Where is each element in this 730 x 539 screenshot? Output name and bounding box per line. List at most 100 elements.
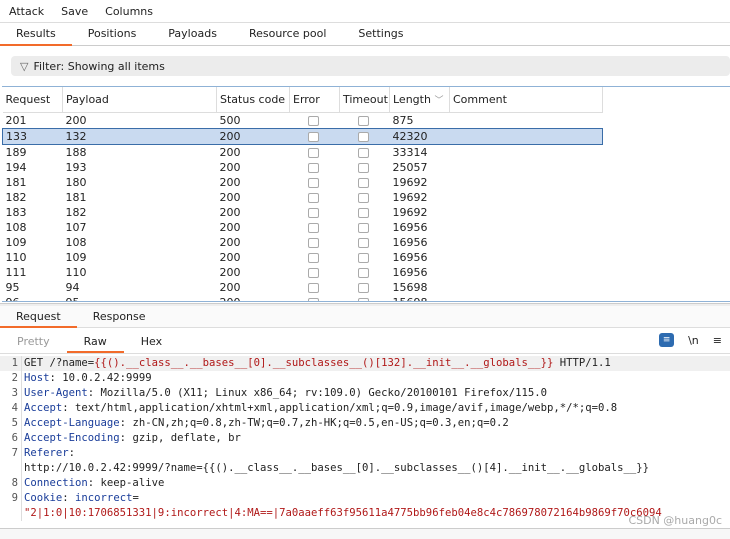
http-version: HTTP/1.1 <box>553 357 611 369</box>
header-name: User-Agent <box>24 387 88 399</box>
checkbox[interactable] <box>307 237 319 248</box>
checkbox[interactable] <box>357 252 369 263</box>
payload-cell: 200 <box>65 113 87 127</box>
tab-raw[interactable]: Raw <box>66 330 124 353</box>
length-cell: 19692 <box>392 205 428 219</box>
checkbox[interactable] <box>307 282 319 293</box>
table-row[interactable]: 109 108 200 16956 <box>3 235 603 250</box>
tab-payloads[interactable]: Payloads <box>152 23 233 45</box>
comment-cell <box>450 144 603 160</box>
search-bar[interactable] <box>0 528 730 539</box>
filter-bar[interactable]: ▽ Filter: Showing all items <box>11 56 730 76</box>
status-cell: 200 <box>219 160 241 174</box>
col-length[interactable]: Length ﹀ <box>389 87 450 113</box>
editor-toolbar: ≡ \n ≡ <box>659 333 722 347</box>
checkbox[interactable] <box>307 115 319 126</box>
col-status-code[interactable]: Status code <box>216 87 290 113</box>
checkbox[interactable] <box>357 177 369 188</box>
tab-hex[interactable]: Hex <box>124 330 179 353</box>
checkbox[interactable] <box>307 131 319 142</box>
error-cell <box>289 127 340 145</box>
checkbox[interactable] <box>307 297 319 301</box>
length-cell: 16956 <box>392 265 428 279</box>
checkbox[interactable] <box>357 162 369 173</box>
checkbox[interactable] <box>307 177 319 188</box>
col-request[interactable]: Request <box>2 87 63 113</box>
request-cell: 201 <box>5 113 27 127</box>
checkbox[interactable] <box>307 252 319 263</box>
comment-cell <box>450 235 603 250</box>
header-name: Host <box>24 372 50 384</box>
timeout-cell <box>340 160 390 175</box>
checkbox[interactable] <box>357 131 369 142</box>
col-timeout[interactable]: Timeout <box>339 87 390 113</box>
checkbox[interactable] <box>307 192 319 203</box>
length-cell: 42320 <box>389 127 450 145</box>
menu-icon[interactable]: ≡ <box>713 334 722 347</box>
word-wrap-icon[interactable]: ≡ <box>659 333 675 347</box>
table-row[interactable]: 194 193 200 25057 <box>3 160 603 175</box>
request-editor[interactable]: 1 GET /?name={{().__class__.__bases__[0].… <box>0 356 730 528</box>
error-cell <box>290 144 340 160</box>
checkbox[interactable] <box>357 267 369 278</box>
request-cell: 181 <box>5 175 27 189</box>
checkbox[interactable] <box>307 267 319 278</box>
menu-save[interactable]: Save <box>61 5 88 18</box>
header-name: Referer <box>24 447 69 459</box>
menu-attack[interactable]: Attack <box>9 5 44 18</box>
checkbox[interactable] <box>307 147 319 158</box>
table-row[interactable]: 110 109 200 16956 <box>3 250 603 265</box>
newline-toggle[interactable]: \n <box>688 334 699 347</box>
checkbox[interactable] <box>307 222 319 233</box>
checkbox[interactable] <box>357 222 369 233</box>
checkbox[interactable] <box>357 282 369 293</box>
tab-settings[interactable]: Settings <box>342 23 419 45</box>
timeout-cell <box>340 235 390 250</box>
status-cell: 200 <box>219 295 241 302</box>
table-row[interactable]: 201 200 500 875 <box>3 112 603 128</box>
length-cell: 25057 <box>392 160 428 174</box>
table-row[interactable]: 108 107 200 16956 <box>3 220 603 235</box>
view-tabs: Pretty Raw Hex <box>0 330 730 354</box>
table-row[interactable]: 189 188 200 33314 <box>3 144 603 160</box>
timeout-cell <box>340 144 390 160</box>
table-row[interactable]: 111 110 200 16956 <box>3 265 603 280</box>
col-error[interactable]: Error <box>289 87 340 113</box>
checkbox[interactable] <box>357 192 369 203</box>
status-cell: 500 <box>219 113 241 127</box>
checkbox[interactable] <box>307 207 319 218</box>
col-payload[interactable]: Payload <box>62 87 217 113</box>
checkbox[interactable] <box>357 297 369 301</box>
checkbox[interactable] <box>357 207 369 218</box>
tab-positions[interactable]: Positions <box>72 23 153 45</box>
table-row[interactable]: 182 181 200 19692 <box>3 190 603 205</box>
timeout-cell <box>340 205 390 220</box>
error-cell <box>290 235 340 250</box>
length-cell: 33314 <box>392 145 428 159</box>
comment-cell <box>450 190 603 205</box>
tab-response[interactable]: Response <box>77 306 162 327</box>
table-row[interactable]: 96 95 200 15698 <box>3 295 603 302</box>
tab-request[interactable]: Request <box>0 306 77 328</box>
header-name: Cookie <box>24 492 63 504</box>
table-row[interactable]: 181 180 200 19692 <box>3 175 603 190</box>
checkbox[interactable] <box>357 237 369 248</box>
error-cell <box>290 112 340 128</box>
tab-pretty[interactable]: Pretty <box>0 330 67 353</box>
status-cell: 200 <box>219 280 241 294</box>
payload-cell: 107 <box>65 220 87 234</box>
menu-columns[interactable]: Columns <box>105 5 153 18</box>
tab-resource-pool[interactable]: Resource pool <box>233 23 342 45</box>
table-row[interactable]: 133 132 200 42320 <box>2 127 603 145</box>
tab-results[interactable]: Results <box>0 23 72 46</box>
request-cell: 133 <box>2 127 63 145</box>
timeout-cell <box>340 220 390 235</box>
table-row[interactable]: 183 182 200 19692 <box>3 205 603 220</box>
error-cell <box>290 160 340 175</box>
checkbox[interactable] <box>357 147 369 158</box>
checkbox[interactable] <box>307 162 319 173</box>
request-cell: 96 <box>5 295 20 302</box>
checkbox[interactable] <box>357 115 369 126</box>
table-row[interactable]: 95 94 200 15698 <box>3 280 603 295</box>
col-comment[interactable]: Comment <box>449 87 603 113</box>
